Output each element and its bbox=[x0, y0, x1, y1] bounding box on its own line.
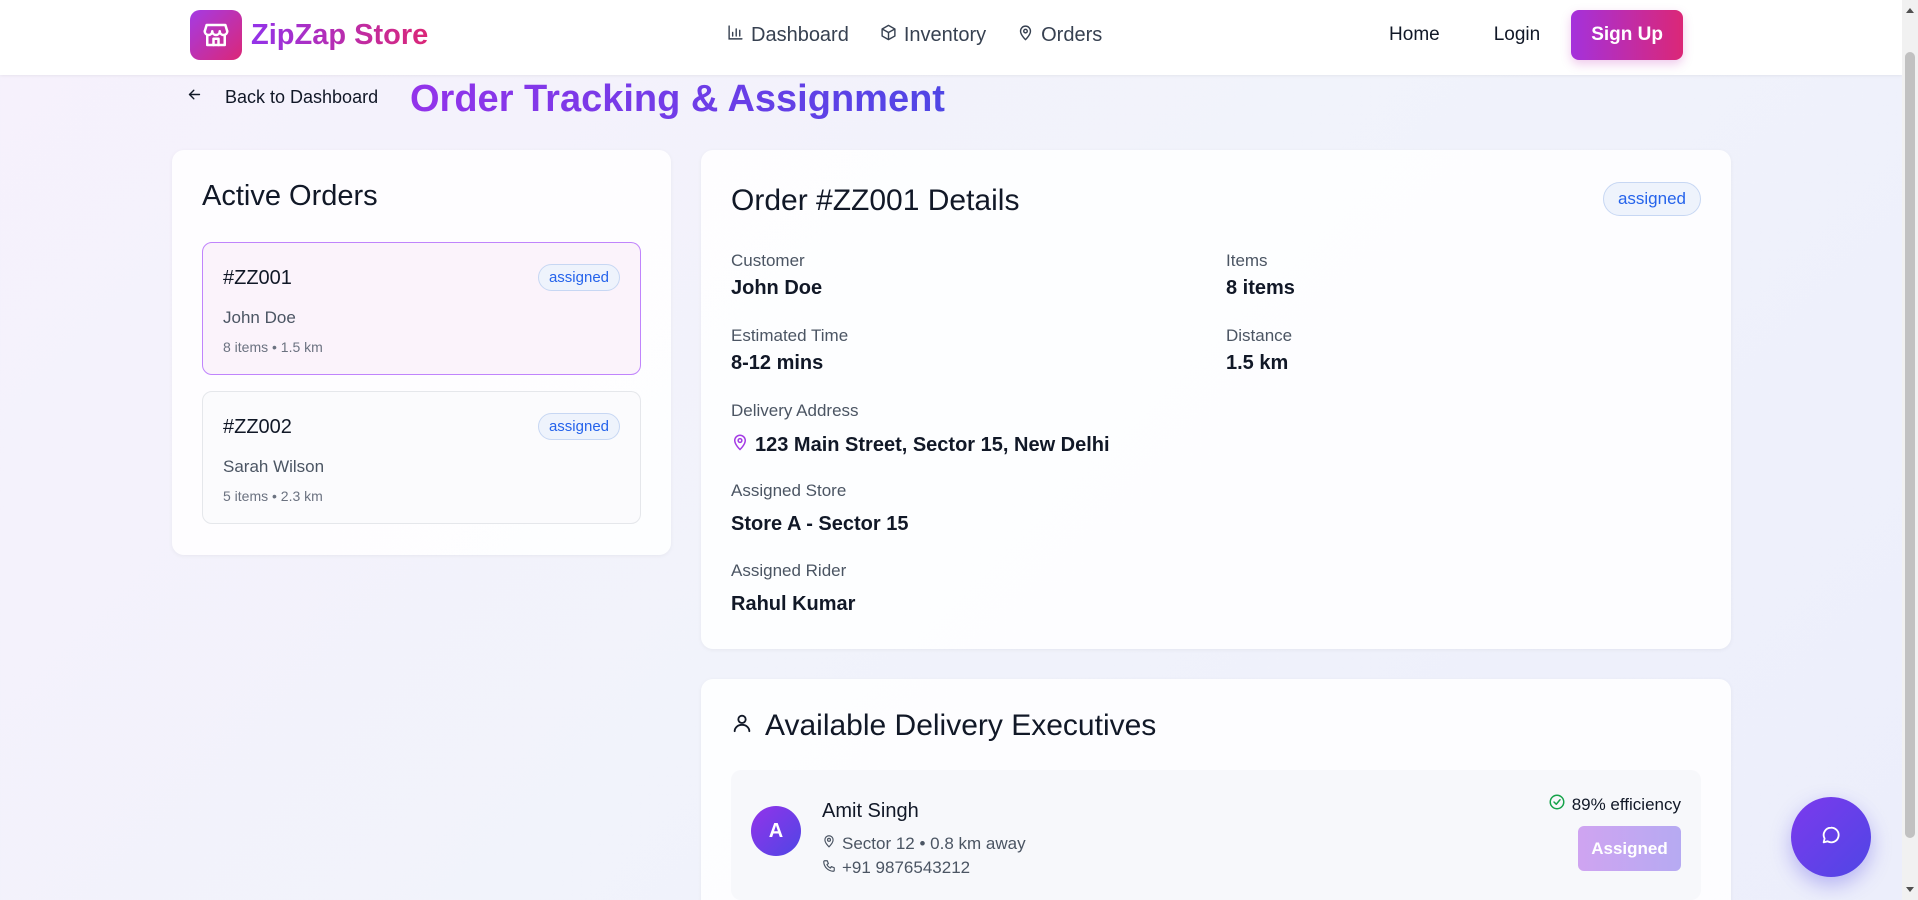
estimated-time-value: 8-12 mins bbox=[731, 352, 824, 374]
estimated-time-label: Estimated Time bbox=[731, 326, 849, 345]
delivery-address-value: 123 Main Street, Sector 15, New Delhi bbox=[731, 432, 1110, 458]
arrow-left-icon bbox=[186, 86, 203, 108]
delivery-executives-panel: Available Delivery Executives A Amit Sin… bbox=[701, 679, 1731, 900]
chat-icon bbox=[1820, 824, 1842, 851]
items-label: Items bbox=[1226, 251, 1268, 270]
delivery-executives-title-text: Available Delivery Executives bbox=[765, 709, 1157, 742]
items-value: 8 items bbox=[1226, 277, 1295, 299]
executive-efficiency-text: 89% efficiency bbox=[1571, 794, 1681, 814]
distance-value: 1.5 km bbox=[1226, 352, 1289, 374]
chat-button[interactable] bbox=[1791, 797, 1871, 877]
executive-location: Sector 12 • 0.8 km away bbox=[822, 833, 1026, 854]
assigned-store-value: Store A - Sector 15 bbox=[731, 513, 909, 535]
executive-name: Amit Singh bbox=[822, 800, 919, 822]
phone-icon bbox=[822, 858, 836, 878]
order-card-zz002[interactable]: #ZZ002 assigned Sarah Wilson 5 items • 2… bbox=[202, 391, 641, 524]
home-link[interactable]: Home bbox=[1362, 10, 1467, 60]
executive-row: A Amit Singh Sector 12 • 0.8 km away +91… bbox=[731, 770, 1701, 900]
map-pin-icon bbox=[731, 432, 749, 458]
assigned-store-label: Assigned Store bbox=[731, 481, 847, 500]
brand-name: ZipZap Store bbox=[251, 18, 429, 51]
user-icon bbox=[731, 709, 753, 743]
executive-location-text: Sector 12 • 0.8 km away bbox=[842, 833, 1026, 853]
order-id: #ZZ002 bbox=[223, 416, 292, 438]
back-to-dashboard-link[interactable]: Back to Dashboard bbox=[186, 86, 378, 108]
customer-label: Customer bbox=[731, 251, 805, 270]
check-circle-icon bbox=[1548, 793, 1566, 816]
active-orders-title: Active Orders bbox=[202, 180, 378, 212]
login-link[interactable]: Login bbox=[1467, 10, 1568, 60]
executive-phone-text: +91 9876543212 bbox=[842, 858, 971, 877]
avatar: A bbox=[751, 806, 801, 856]
top-navbar: ZipZap Store Dashboard Inventory Orders … bbox=[0, 0, 1902, 75]
nav-inventory[interactable]: Inventory bbox=[880, 24, 986, 47]
order-customer: John Doe bbox=[223, 308, 296, 327]
map-pin-icon bbox=[822, 833, 836, 854]
nav-dashboard[interactable]: Dashboard bbox=[727, 24, 849, 47]
order-meta: 5 items • 2.3 km bbox=[223, 488, 323, 504]
delivery-executives-title: Available Delivery Executives bbox=[731, 709, 1156, 743]
assigned-rider-label: Assigned Rider bbox=[731, 561, 847, 580]
nav-orders[interactable]: Orders bbox=[1017, 24, 1102, 47]
nav-orders-label: Orders bbox=[1041, 24, 1103, 46]
auth-nav: Home Login Sign Up bbox=[1362, 10, 1683, 60]
page-title: Order Tracking & Assignment bbox=[410, 78, 945, 120]
back-label: Back to Dashboard bbox=[225, 86, 379, 107]
signup-button[interactable]: Sign Up bbox=[1571, 10, 1683, 60]
brand-logo[interactable]: ZipZap Store bbox=[190, 10, 428, 60]
order-customer: Sarah Wilson bbox=[223, 457, 325, 476]
executive-phone: +91 9876543212 bbox=[822, 858, 970, 878]
nav-inventory-label: Inventory bbox=[903, 24, 987, 46]
order-details-title: Order #ZZ001 Details bbox=[731, 184, 1020, 217]
status-badge: assigned bbox=[1602, 182, 1701, 216]
order-card-zz001[interactable]: #ZZ001 assigned John Doe 8 items • 1.5 k… bbox=[202, 242, 641, 375]
status-badge: assigned bbox=[537, 264, 620, 291]
distance-label: Distance bbox=[1226, 326, 1293, 345]
order-meta: 8 items • 1.5 km bbox=[223, 339, 323, 355]
main-nav: Dashboard Inventory Orders bbox=[727, 24, 1102, 47]
store-icon bbox=[190, 10, 242, 60]
map-pin-icon bbox=[1017, 24, 1034, 47]
order-id: #ZZ001 bbox=[223, 267, 292, 289]
customer-value: John Doe bbox=[731, 277, 823, 299]
scroll-down-arrow[interactable] bbox=[1906, 887, 1914, 892]
active-orders-panel: Active Orders #ZZ001 assigned John Doe 8… bbox=[172, 150, 671, 555]
assigned-button[interactable]: Assigned bbox=[1578, 826, 1681, 871]
scrollbar[interactable] bbox=[1902, 0, 1918, 900]
delivery-address-label: Delivery Address bbox=[731, 401, 859, 420]
delivery-address-text: 123 Main Street, Sector 15, New Delhi bbox=[755, 433, 1110, 456]
scroll-up-arrow[interactable] bbox=[1906, 8, 1914, 13]
status-badge: assigned bbox=[537, 413, 620, 440]
nav-dashboard-label: Dashboard bbox=[751, 24, 849, 46]
assigned-rider-value: Rahul Kumar bbox=[731, 593, 856, 615]
bar-chart-icon bbox=[727, 24, 744, 47]
executive-efficiency: 89% efficiency bbox=[1548, 793, 1681, 816]
order-details-panel: Order #ZZ001 Details assigned Customer J… bbox=[701, 150, 1731, 649]
package-icon bbox=[880, 24, 897, 47]
scrollbar-thumb[interactable] bbox=[1905, 52, 1915, 838]
